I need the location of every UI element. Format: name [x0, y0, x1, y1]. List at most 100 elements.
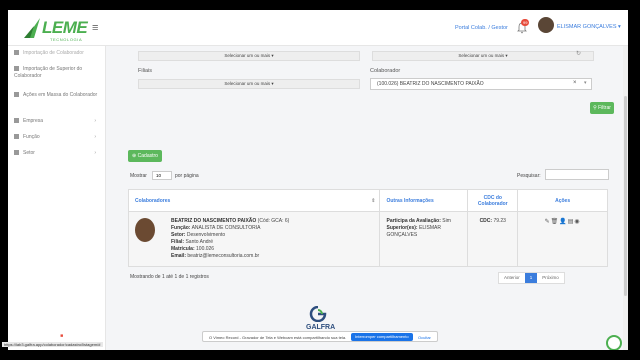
- sidebar-item-importacao-colaborador[interactable]: Importação de Colaborador: [14, 50, 84, 57]
- document-icon: [14, 134, 19, 140]
- browser-viewport: LEME TECNOLOGIA ≡ Portal Colab. / Gestor…: [8, 10, 628, 350]
- collaborator-name: BEATRIZ DO NASCIMENTO PAIXÃO: [171, 218, 257, 224]
- user-icon: [14, 66, 19, 72]
- filial-select[interactable]: Selecionar um ou mais ▾: [138, 79, 360, 89]
- help-chat-button[interactable]: [606, 335, 622, 350]
- vertical-scrollbar[interactable]: [623, 46, 628, 350]
- matricula-value: 100.026: [196, 246, 215, 252]
- page-1-button[interactable]: 1: [524, 273, 538, 283]
- sidebar-item-label: Função: [23, 134, 40, 140]
- header-acoes: Ações: [517, 189, 608, 212]
- email-value: beatriz@lemeconsultoria.com.br: [187, 253, 260, 259]
- scroll-thumb[interactable]: [624, 96, 627, 296]
- header-cdc[interactable]: CDC do Colaborador: [467, 189, 519, 212]
- search-input[interactable]: [545, 169, 609, 180]
- colaborador-label: Colaborador: [370, 68, 401, 74]
- collaborator-cell: BEATRIZ DO NASCIMENTO PAIXÃO (Cód: GCA: …: [127, 211, 381, 267]
- sidebar-item-label: Importação de Superior do Colaborador: [14, 66, 83, 79]
- header-colaboradores[interactable]: Colaboradores ⇕: [127, 189, 381, 212]
- delete-icon[interactable]: 🗑: [37, 333, 43, 339]
- filter-button[interactable]: ⚲ Filtrar: [590, 102, 614, 114]
- user-icon[interactable]: 👤: [559, 219, 567, 225]
- add-button-label: Cadastro: [137, 153, 158, 159]
- email-label: Email:: [171, 253, 187, 259]
- document-icon: [14, 150, 19, 156]
- recording-time: 00:54: [23, 333, 36, 339]
- user-avatar[interactable]: [538, 17, 554, 33]
- screen-share-bar: O Vimeo Record - Gravador de Tela e Webc…: [202, 331, 438, 342]
- superior-label: Superior(es):: [386, 225, 418, 231]
- sidebar-item-label: Empresa: [23, 118, 44, 124]
- cdc-value: 79.23: [493, 218, 506, 224]
- galfra-logo-icon: [309, 306, 327, 322]
- collaborators-table: Colaboradores ⇕ Outras Informações CDC d…: [127, 189, 608, 267]
- pause-icon[interactable]: ❚❚: [50, 333, 58, 339]
- chevron-down-icon[interactable]: ▾: [584, 80, 587, 86]
- actions-cell: ✎🗑👤▤◉: [517, 211, 608, 267]
- hide-button[interactable]: Ocultar: [418, 335, 431, 340]
- sidebar-item-empresa[interactable]: Empresa ›: [14, 118, 100, 125]
- sort-icon[interactable]: ⇕: [371, 198, 375, 204]
- collaborator-code: (Cód: GCA: 6): [257, 218, 290, 224]
- table-row: BEATRIZ DO NASCIMENTO PAIXÃO (Cód: GCA: …: [127, 211, 608, 267]
- filter-select-top-left[interactable]: Selecionar um ou mais ▾: [138, 51, 360, 61]
- logo-subtitle: TECNOLOGIA: [50, 37, 83, 42]
- chevron-right-icon: ›: [94, 134, 96, 140]
- restart-icon[interactable]: ↺: [45, 333, 49, 339]
- prev-page-button[interactable]: Anterior: [499, 273, 525, 283]
- clear-icon[interactable]: ↻: [576, 50, 581, 57]
- cdc-cell: CDC: 79.23: [467, 211, 519, 267]
- participa-value: Sim: [442, 218, 451, 224]
- user-menu[interactable]: ELISMAR GONÇALVES ▾: [557, 24, 621, 30]
- pagination-info: Mostrando de 1 até 1 de 1 registros: [130, 274, 209, 280]
- funcao-value: ANALISTA DE CONSULTORIA: [191, 225, 261, 231]
- arrow-left-icon[interactable]: ‹: [20, 333, 22, 339]
- per-page-label: por página: [175, 173, 199, 179]
- funcao-label: Função:: [171, 225, 191, 231]
- clear-selection-icon[interactable]: ×: [573, 80, 577, 86]
- portal-link[interactable]: Portal Colab. / Gestor: [455, 25, 508, 31]
- sidebar-item-label: Setor: [23, 150, 35, 156]
- page-size-select[interactable]: 10: [152, 171, 172, 180]
- other-info-cell: Participa da Avaliação: Sim Superior(es)…: [379, 211, 469, 267]
- search-label: Pesquisar:: [517, 173, 541, 179]
- header-outras-informacoes[interactable]: Outras Informações: [379, 189, 469, 212]
- stop-icon[interactable]: ■: [60, 333, 63, 339]
- leme-logo[interactable]: LEME TECNOLOGIA: [24, 16, 94, 42]
- filter-select-top-right[interactable]: Selecionar um ou mais ▾: [372, 51, 594, 61]
- screen-frame: LEME TECNOLOGIA ≡ Portal Colab. / Gestor…: [0, 0, 640, 360]
- user-icon: [14, 50, 19, 56]
- menu-toggle-icon[interactable]: ≡: [92, 22, 98, 34]
- chevron-right-icon: ›: [94, 150, 96, 156]
- trash-icon[interactable]: 🗑: [551, 219, 560, 225]
- sidebar-item-label: Importação de Colaborador: [23, 50, 84, 56]
- filial-value: Santo André: [185, 239, 213, 245]
- show-label: Mostrar: [130, 173, 147, 179]
- sidebar-item-importacao-superior[interactable]: Importação de Superior do Colaborador: [14, 66, 98, 80]
- chevron-right-icon: ›: [94, 118, 96, 124]
- footer-brand: GALFRA: [306, 324, 336, 331]
- notification-badge: 99: [521, 19, 530, 26]
- matricula-label: Matrícula:: [171, 246, 195, 252]
- user-circle-icon[interactable]: ◉: [574, 219, 580, 225]
- sidebar-item-acoes-massa[interactable]: Ações em Massa do Colaborador: [14, 92, 98, 99]
- sidebar-item-label: Ações em Massa do Colaborador: [23, 92, 98, 98]
- top-header: LEME TECNOLOGIA ≡ Portal Colab. / Gestor…: [8, 10, 628, 46]
- filter-button-label: Filtrar: [598, 105, 611, 111]
- colaborador-select[interactable]: (100.026) BEATRIZ DO NASCIMENTO PAIXÃO: [370, 78, 592, 90]
- add-button[interactable]: ⊕ Cadastro: [128, 150, 162, 162]
- status-url: https://lab3.galfra.app/colaborador/cada…: [2, 342, 103, 347]
- document-icon: [14, 92, 19, 98]
- recording-controls: ‹ 00:54 🗑 ↺ ❚❚ ■: [20, 333, 63, 339]
- setor-value: Desenvolvimento: [186, 232, 226, 238]
- header-label: Colaboradores: [135, 197, 171, 204]
- logo-text: LEME: [42, 18, 88, 37]
- sidebar-item-setor[interactable]: Setor ›: [14, 150, 100, 157]
- leme-logo-mark-icon: [24, 18, 40, 38]
- pagination: Anterior 1 Próximo: [498, 272, 565, 284]
- cdc-label: CDC:: [479, 218, 493, 224]
- stop-sharing-button[interactable]: Interromper compartilhamento: [351, 333, 413, 341]
- share-message: O Vimeo Record - Gravador de Tela e Webc…: [209, 335, 347, 340]
- next-page-button[interactable]: Próximo: [537, 273, 564, 283]
- sidebar-item-funcao[interactable]: Função ›: [14, 134, 100, 141]
